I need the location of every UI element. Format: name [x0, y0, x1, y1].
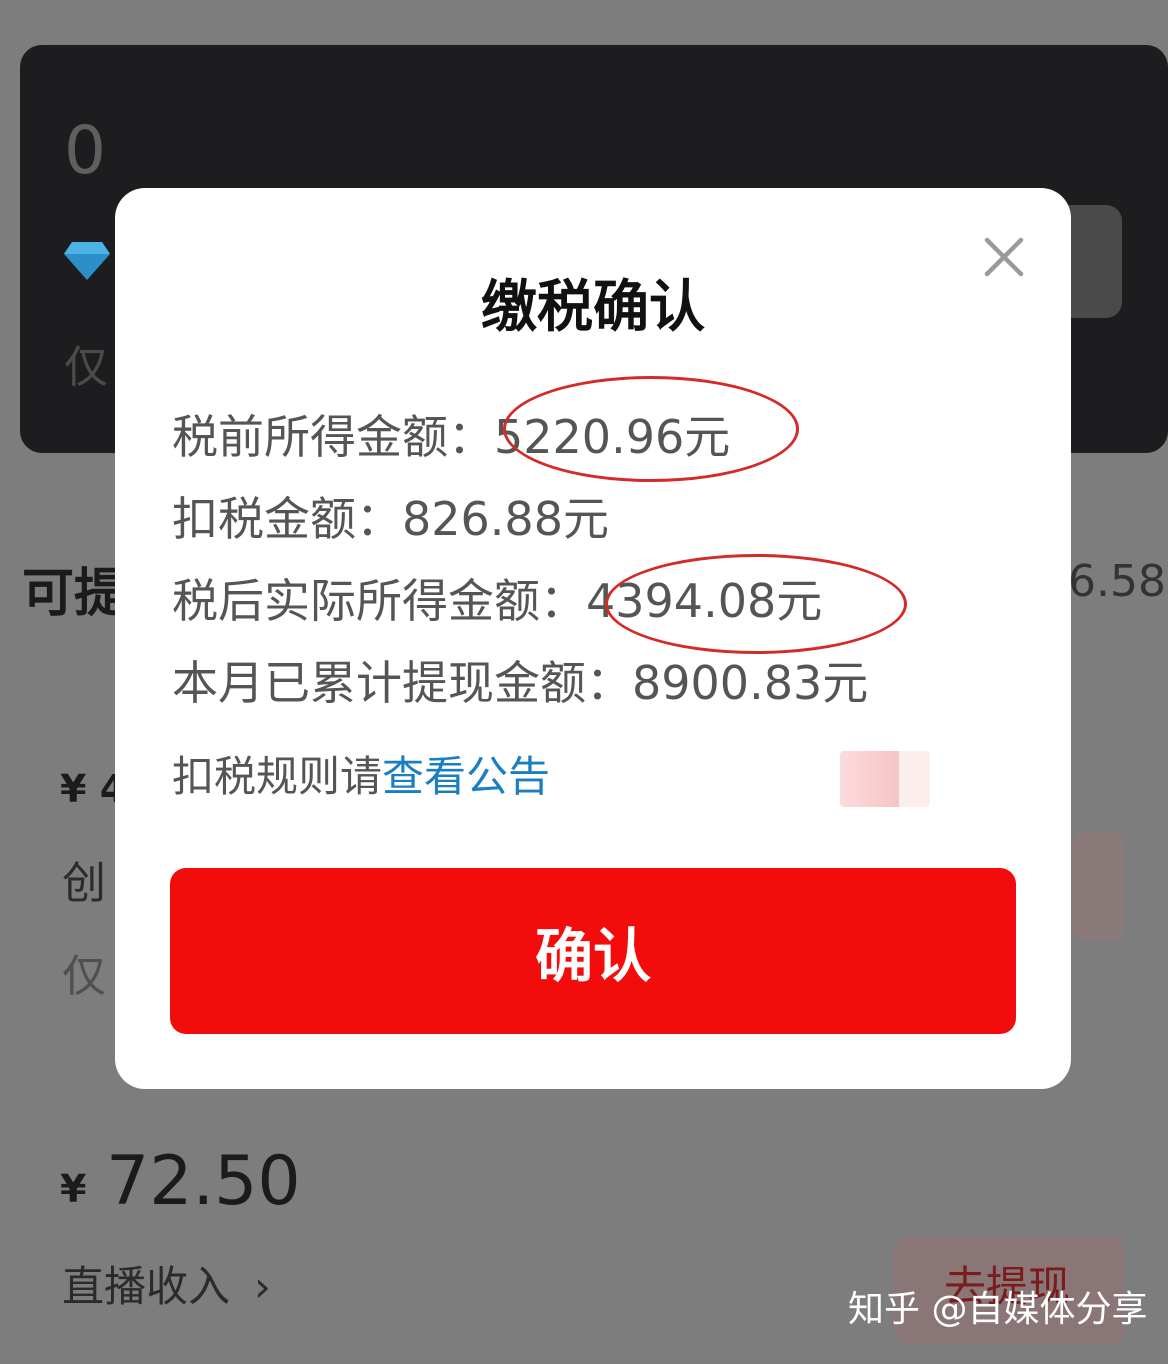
watermark-text: 知乎 @自媒体分享 — [848, 1289, 1148, 1330]
monthly-withdrawn-value: 8900.83元 — [632, 656, 869, 710]
live-income-link[interactable]: 直播收入 — [62, 1266, 230, 1308]
pre-tax-row: 税前所得金额：5220.96元 — [172, 414, 730, 460]
monthly-withdrawn-row: 本月已累计提现金额：8900.83元 — [172, 660, 868, 706]
diamond-icon — [64, 242, 110, 280]
chevron-right-icon: › — [254, 1262, 271, 1311]
after-tax-label: 税后实际所得金额： — [172, 574, 586, 628]
monthly-withdrawn-label: 本月已累计提现金额： — [172, 656, 632, 710]
balance-value: 0 — [64, 112, 106, 189]
confirm-button[interactable]: 确认 — [170, 868, 1016, 1034]
after-tax-row: 税后实际所得金额：4394.08元 — [172, 578, 822, 624]
creator-withdraw-button[interactable] — [1072, 832, 1124, 940]
close-icon[interactable] — [981, 234, 1027, 280]
tax-rule-row: 扣税规则请查看公告 — [172, 756, 550, 798]
redacted-block — [840, 751, 930, 807]
creator-income-note: 仅 — [62, 951, 106, 1002]
live-income-amount: 72.50 — [106, 1142, 301, 1221]
pre-tax-label: 税前所得金额： — [172, 410, 494, 464]
dialog-title: 缴税确认 — [481, 275, 705, 340]
after-tax-value: 4394.08元 — [586, 574, 823, 628]
withdrawable-heading: 可提 — [22, 564, 127, 624]
pre-tax-value: 5220.96元 — [494, 410, 731, 464]
currency-symbol-2: ¥ — [60, 1167, 87, 1211]
tax-value: 826.88元 — [402, 492, 609, 546]
withdrawable-total: 6.58 — [1068, 556, 1166, 607]
tax-label: 扣税金额： — [172, 492, 402, 546]
view-announcement-link[interactable]: 查看公告 — [382, 752, 550, 801]
tax-rule-prefix: 扣税规则请 — [172, 752, 383, 801]
card-note-text: 仅 — [64, 342, 108, 393]
creator-income-label: 创 — [62, 858, 106, 909]
tax-row: 扣税金额：826.88元 — [172, 496, 609, 542]
tax-confirm-dialog: 缴税确认 税前所得金额：5220.96元 扣税金额：826.88元 税后实际所得… — [115, 188, 1071, 1089]
